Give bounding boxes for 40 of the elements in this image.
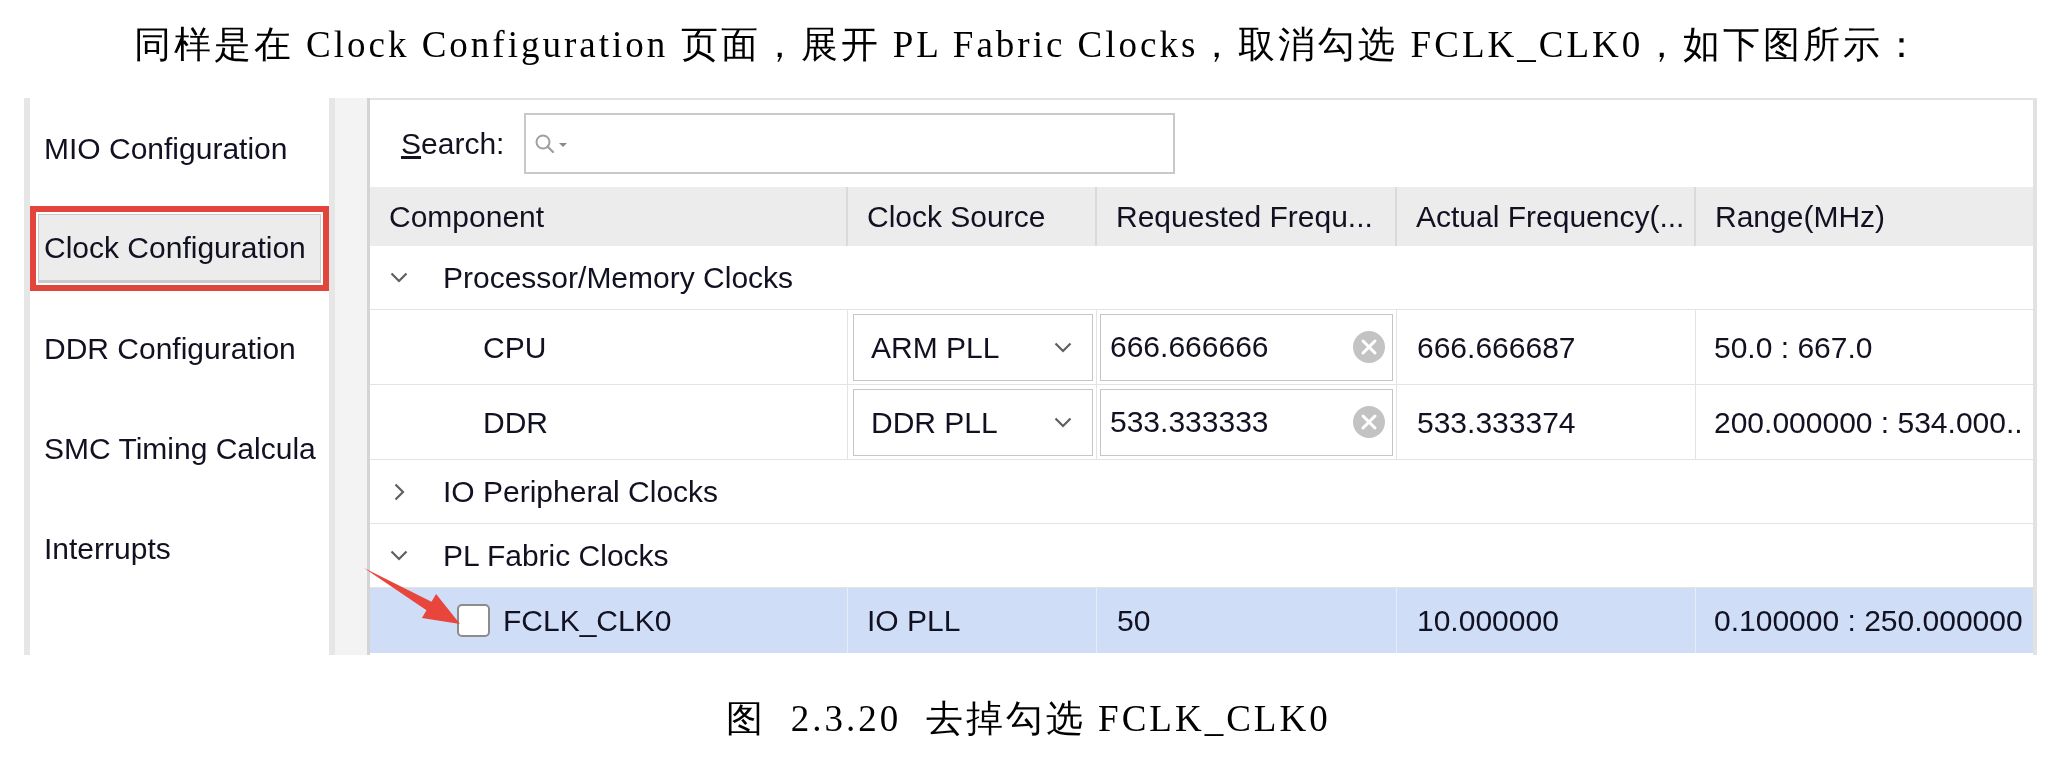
caption-text: 同样是在 Clock Configuration 页面，展开 PL Fabric Clocks，取消勾选 FCLK_CLK0，如下图所示： xyxy=(133,23,1924,68)
sidebar-item[interactable]: DDR Configuration xyxy=(38,313,321,383)
sidebar-item[interactable]: SMC Timing Calcula xyxy=(38,413,321,483)
row-label: DDR xyxy=(483,404,548,441)
search-label: Search: xyxy=(401,126,505,162)
group-label: Processor/Memory Clocks xyxy=(443,260,794,296)
group-label: IO Peripheral Clocks xyxy=(443,474,719,510)
table-row[interactable]: DDR DDR PLL 533.333333 533.333374 200.000000 : 534.000.. xyxy=(370,385,2033,460)
sidebar-item[interactable]: Clock Configuration xyxy=(38,213,321,283)
table-row[interactable]: CPU ARM PLL 666.666666 666.666687 50.0 : 667.0 xyxy=(370,310,2033,385)
dropdown[interactable]: ARM PLL xyxy=(853,313,1093,381)
chevron-right-icon[interactable] xyxy=(393,482,405,501)
row-label: FCLK_CLK0 xyxy=(503,603,672,639)
table-cell-text: 10.000000 xyxy=(1417,603,1559,639)
table-cell-text: 50 xyxy=(1117,603,1151,639)
search-icon[interactable] xyxy=(535,133,569,154)
input-field[interactable]: 666.666666 xyxy=(1100,313,1393,381)
chevron-down-icon[interactable] xyxy=(1054,341,1072,353)
search-field[interactable] xyxy=(524,113,1176,174)
sidebar-item[interactable]: MIO Configuration xyxy=(38,113,321,183)
table-cell-text: 666.666687 xyxy=(1417,329,1576,366)
input-field[interactable]: 533.333333 xyxy=(1100,388,1393,456)
chevron-down-icon[interactable] xyxy=(1054,416,1072,428)
group-label: PL Fabric Clocks xyxy=(443,538,669,574)
sidebar-item[interactable]: Interrupts xyxy=(38,513,321,583)
table-cell-text: 533.333374 xyxy=(1417,404,1576,441)
dropdown[interactable]: DDR PLL xyxy=(853,388,1093,456)
table-cell-text: 50.0 : 667.0 xyxy=(1714,329,1873,366)
column-header: Range(MHz) xyxy=(1714,199,1887,235)
row-label: CPU xyxy=(483,329,547,366)
table-cell-text: IO PLL xyxy=(867,603,961,639)
clear-icon[interactable] xyxy=(1353,406,1385,438)
table-cell-text: 0.100000 : 250.000000 xyxy=(1714,603,2023,639)
table-cell-text: 200.000000 : 534.000.. xyxy=(1714,404,2023,441)
table-row[interactable]: FCLK_CLK0 IO PLL 50 10.000000 0.100000 : 250.000000 xyxy=(370,588,2033,653)
checkbox[interactable] xyxy=(457,604,490,637)
chevron-down-icon[interactable] xyxy=(390,272,408,283)
chevron-down-icon[interactable] xyxy=(390,550,408,561)
clear-icon[interactable] xyxy=(1353,331,1385,363)
figure-caption: 图 2.3.20 去掉勾选 FCLK_CLK0 xyxy=(726,697,1331,742)
